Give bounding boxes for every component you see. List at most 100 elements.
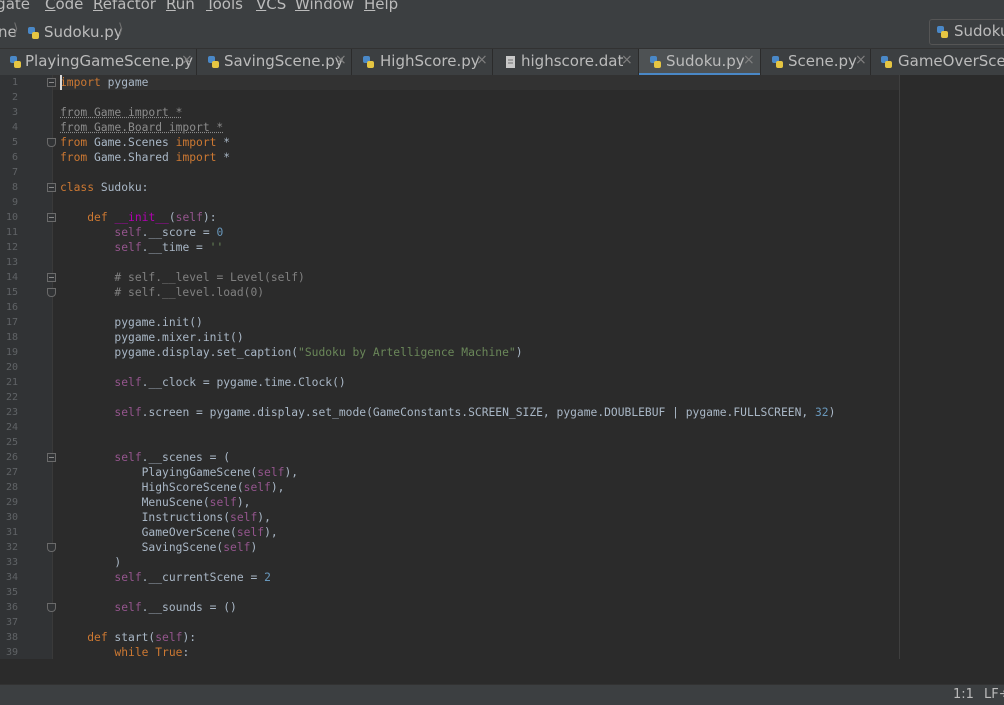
menu-run-rest: un bbox=[176, 0, 195, 13]
line-number: 39 bbox=[0, 645, 18, 660]
text-file-icon bbox=[504, 55, 517, 69]
line-number: 15 bbox=[0, 285, 18, 300]
tab-label: highscore.dat bbox=[521, 52, 623, 70]
fold-end-icon[interactable] bbox=[47, 288, 56, 297]
line-number: 32 bbox=[0, 540, 18, 555]
line-number: 17 bbox=[0, 315, 18, 330]
menu-tools[interactable]: Tools bbox=[206, 0, 243, 13]
run-configuration-selector[interactable]: Sudoku bbox=[929, 19, 1004, 45]
menu-refactor[interactable]: Refactor bbox=[93, 0, 156, 13]
line-number: 13 bbox=[0, 255, 18, 270]
code-editor[interactable]: 1 2 3 4 5 6 7 8 9 10 11 12 13 14 15 16 17 18 19 20 21 22 23 24 2… bbox=[0, 75, 1004, 659]
fold-marker-icon[interactable] bbox=[47, 273, 56, 282]
line-number: 10 bbox=[0, 210, 18, 225]
tab-gameoverscene[interactable]: GameOverScen bbox=[871, 49, 1004, 75]
code-line[interactable]: def start(self): bbox=[60, 630, 196, 645]
tab-label: HighScore.py bbox=[380, 52, 480, 70]
code-line[interactable]: MenuScene(self), bbox=[60, 495, 250, 510]
code-line[interactable]: from Game import * bbox=[60, 105, 182, 120]
code-line[interactable]: HighScoreScene(self), bbox=[60, 480, 284, 495]
line-number: 18 bbox=[0, 330, 18, 345]
code-line[interactable]: def __init__(self): bbox=[60, 210, 217, 225]
line-number: 20 bbox=[0, 360, 18, 375]
editor-bottom-area bbox=[0, 659, 1004, 684]
fold-end-icon[interactable] bbox=[47, 543, 56, 552]
current-line-highlight bbox=[53, 75, 899, 90]
code-line[interactable]: self.__score = 0 bbox=[60, 225, 223, 240]
fold-marker-icon[interactable] bbox=[47, 78, 56, 87]
menu-window[interactable]: Window bbox=[295, 0, 354, 13]
menu-help[interactable]: Help bbox=[364, 0, 398, 13]
status-bar: 1:1 LF÷ bbox=[0, 684, 1004, 705]
menu-navigate[interactable]: igate bbox=[0, 0, 30, 13]
fold-end-icon[interactable] bbox=[47, 603, 56, 612]
code-line[interactable]: pygame.display.set_caption("Sudoku by Ar… bbox=[60, 345, 523, 360]
close-icon[interactable]: × bbox=[855, 52, 867, 68]
tab-label: GameOverScen bbox=[898, 52, 1004, 70]
line-number: 29 bbox=[0, 495, 18, 510]
line-separator-indicator[interactable]: LF÷ bbox=[984, 687, 1004, 702]
python-file-icon bbox=[771, 55, 784, 69]
code-line[interactable]: pygame.init() bbox=[60, 315, 203, 330]
fold-marker-icon[interactable] bbox=[47, 453, 56, 462]
menu-run[interactable]: Run bbox=[166, 0, 195, 13]
code-line[interactable]: from Game.Shared import * bbox=[60, 150, 230, 165]
code-line[interactable]: class Sudoku: bbox=[60, 180, 148, 195]
code-line[interactable]: PlayingGameScene(self), bbox=[60, 465, 298, 480]
code-line[interactable]: self.__clock = pygame.time.Clock() bbox=[60, 375, 346, 390]
editor-tab-bar: PlayingGameScene.py × SavingScene.py × H… bbox=[0, 49, 1004, 76]
breadcrumb-chevron-icon: ⟩ bbox=[118, 21, 123, 37]
tab-sudoku-active[interactable]: Sudoku.py × bbox=[639, 49, 761, 75]
code-line[interactable]: # self.__level.load(0) bbox=[60, 285, 264, 300]
tab-highscore[interactable]: HighScore.py × bbox=[352, 49, 493, 75]
caret-position[interactable]: 1:1 bbox=[953, 687, 974, 702]
line-number: 19 bbox=[0, 345, 18, 360]
code-line[interactable]: import pygame bbox=[60, 75, 148, 90]
code-line[interactable]: self.__scenes = ( bbox=[60, 450, 230, 465]
tab-highscore-dat[interactable]: highscore.dat × bbox=[493, 49, 639, 75]
line-number: 1 bbox=[0, 75, 18, 90]
close-icon[interactable]: × bbox=[335, 52, 347, 68]
code-line[interactable]: from Game.Scenes import * bbox=[60, 135, 230, 150]
line-number: 12 bbox=[0, 240, 18, 255]
line-number: 23 bbox=[0, 405, 18, 420]
line-number: 21 bbox=[0, 375, 18, 390]
line-number-gutter: 1 2 3 4 5 6 7 8 9 10 11 12 13 14 15 16 17 18 19 20 21 22 23 24 2… bbox=[0, 75, 53, 659]
close-icon[interactable]: × bbox=[621, 52, 633, 68]
line-number: 3 bbox=[0, 105, 18, 120]
code-line[interactable]: GameOverScene(self), bbox=[60, 525, 278, 540]
code-line[interactable]: self.__sounds = () bbox=[60, 600, 237, 615]
line-number: 31 bbox=[0, 525, 18, 540]
close-icon[interactable]: × bbox=[476, 52, 488, 68]
code-line[interactable]: self.__currentScene = 2 bbox=[60, 570, 271, 585]
close-icon[interactable]: × bbox=[743, 52, 755, 68]
close-icon[interactable]: × bbox=[181, 52, 193, 68]
code-line[interactable]: ) bbox=[60, 555, 121, 570]
code-line[interactable]: # self.__level = Level(self) bbox=[60, 270, 305, 285]
code-line[interactable]: Instructions(self), bbox=[60, 510, 271, 525]
code-line[interactable]: SavingScene(self) bbox=[60, 540, 257, 555]
line-number: 14 bbox=[0, 270, 18, 285]
code-line[interactable]: self.__time = '' bbox=[60, 240, 223, 255]
breadcrumb-file[interactable]: Sudoku.py bbox=[44, 22, 123, 42]
fold-marker-icon[interactable] bbox=[47, 213, 56, 222]
code-line[interactable]: from Game.Board import * bbox=[60, 120, 223, 135]
tab-scene[interactable]: Scene.py × bbox=[761, 49, 871, 75]
line-number: 22 bbox=[0, 390, 18, 405]
python-file-icon bbox=[362, 55, 375, 69]
code-line[interactable]: pygame.mixer.init() bbox=[60, 330, 244, 345]
fold-end-icon[interactable] bbox=[47, 138, 56, 147]
line-number: 6 bbox=[0, 150, 18, 165]
tab-playinggamescene[interactable]: PlayingGameScene.py × bbox=[0, 49, 197, 75]
line-number: 27 bbox=[0, 465, 18, 480]
menu-code[interactable]: Code bbox=[45, 0, 83, 13]
menu-vcs[interactable]: VCS bbox=[256, 0, 286, 13]
fold-marker-icon[interactable] bbox=[47, 183, 56, 192]
code-line[interactable]: while True: bbox=[60, 645, 189, 660]
tab-savingscene[interactable]: SavingScene.py × bbox=[197, 49, 352, 75]
menu-code-rest: ode bbox=[55, 0, 83, 13]
menu-tools-rest: ools bbox=[213, 0, 243, 13]
code-line[interactable]: self.screen = pygame.display.set_mode(Ga… bbox=[60, 405, 835, 420]
python-file-icon bbox=[649, 55, 662, 69]
line-number: 11 bbox=[0, 225, 18, 240]
